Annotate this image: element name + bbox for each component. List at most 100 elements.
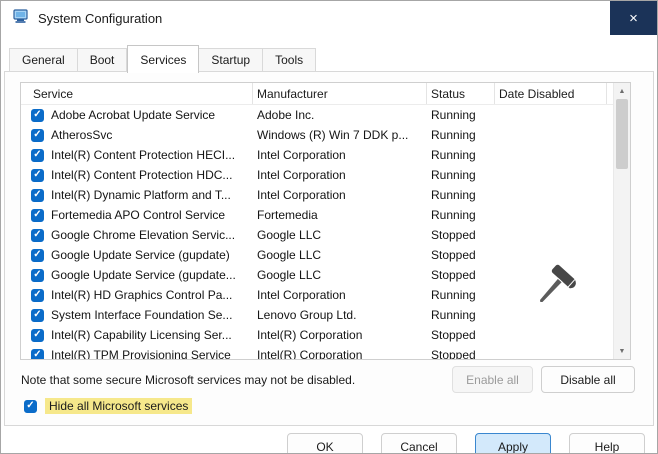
service-manufacturer: Intel Corporation — [253, 148, 427, 162]
service-manufacturer: Intel Corporation — [253, 168, 427, 182]
service-manufacturer: Windows (R) Win 7 DDK p... — [253, 128, 427, 142]
check-icon: ✓ — [33, 290, 41, 300]
service-checkbox[interactable]: ✓ — [31, 229, 44, 242]
check-icon: ✓ — [26, 401, 34, 411]
service-name: Intel(R) HD Graphics Control Pa... — [51, 288, 232, 302]
service-checkbox[interactable]: ✓ — [31, 289, 44, 302]
service-row[interactable]: ✓ Google Chrome Elevation Servic... Goog… — [21, 225, 613, 245]
service-manufacturer: Adobe Inc. — [253, 108, 427, 122]
service-status: Stopped — [427, 348, 495, 359]
service-checkbox[interactable]: ✓ — [31, 129, 44, 142]
service-name: Google Update Service (gupdate... — [51, 268, 236, 282]
service-name: Intel(R) Capability Licensing Ser... — [51, 328, 232, 342]
hammer-cursor-icon — [531, 263, 581, 322]
note-text: Note that some secure Microsoft services… — [21, 373, 355, 387]
service-row[interactable]: ✓ Intel(R) Content Protection HECI... In… — [21, 145, 613, 165]
scroll-down-arrow-icon[interactable]: ▼ — [614, 343, 630, 359]
check-icon: ✓ — [33, 270, 41, 280]
service-checkbox[interactable]: ✓ — [31, 209, 44, 222]
service-manufacturer: Intel(R) Corporation — [253, 328, 427, 342]
service-name: Intel(R) Content Protection HECI... — [51, 148, 235, 162]
tab-label: Boot — [90, 53, 115, 67]
service-name: Google Update Service (gupdate) — [51, 248, 230, 262]
service-name: Intel(R) Content Protection HDC... — [51, 168, 232, 182]
tab-general[interactable]: General — [9, 48, 78, 72]
service-checkbox[interactable]: ✓ — [31, 109, 44, 122]
footer-buttons: OK Cancel Apply Help — [1, 433, 645, 454]
service-row[interactable]: ✓ Intel(R) Capability Licensing Ser... I… — [21, 325, 613, 345]
service-list-body: ✓ Adobe Acrobat Update Service Adobe Inc… — [21, 105, 613, 359]
tab-label: General — [22, 53, 65, 67]
service-row[interactable]: ✓ Intel(R) HD Graphics Control Pa... Int… — [21, 285, 613, 305]
service-checkbox[interactable]: ✓ — [31, 189, 44, 202]
service-row[interactable]: ✓ Google Update Service (gupdate) Google… — [21, 245, 613, 265]
column-header-status[interactable]: Status — [427, 83, 495, 104]
service-row[interactable]: ✓ Fortemedia APO Control Service Forteme… — [21, 205, 613, 225]
hide-microsoft-checkbox[interactable]: ✓ — [24, 400, 37, 413]
service-row[interactable]: ✓ Intel(R) TPM Provisioning Service Inte… — [21, 345, 613, 359]
service-status: Stopped — [427, 328, 495, 342]
service-status: Stopped — [427, 248, 495, 262]
close-button[interactable]: × — [610, 1, 657, 35]
service-name: Intel(R) Dynamic Platform and T... — [51, 188, 231, 202]
service-manufacturer: Intel(R) Corporation — [253, 348, 427, 359]
service-row[interactable]: ✓ Adobe Acrobat Update Service Adobe Inc… — [21, 105, 613, 125]
service-status: Running — [427, 188, 495, 202]
hide-microsoft-label: Hide all Microsoft services — [45, 398, 192, 414]
service-checkbox[interactable]: ✓ — [31, 329, 44, 342]
service-status: Running — [427, 108, 495, 122]
tab-label: Services — [140, 53, 186, 67]
scrollbar-thumb[interactable] — [616, 99, 628, 169]
service-status: Running — [427, 148, 495, 162]
check-icon: ✓ — [33, 230, 41, 240]
ok-button[interactable]: OK — [287, 433, 363, 454]
hide-microsoft-row[interactable]: ✓ Hide all Microsoft services — [24, 398, 192, 414]
service-checkbox[interactable]: ✓ — [31, 349, 44, 360]
help-button[interactable]: Help — [569, 433, 645, 454]
service-manufacturer: Google LLC — [253, 228, 427, 242]
service-row[interactable]: ✓ Intel(R) Content Protection HDC... Int… — [21, 165, 613, 185]
service-checkbox[interactable]: ✓ — [31, 269, 44, 282]
check-icon: ✓ — [33, 130, 41, 140]
service-manufacturer: Google LLC — [253, 248, 427, 262]
service-checkbox[interactable]: ✓ — [31, 309, 44, 322]
check-icon: ✓ — [33, 150, 41, 160]
app-icon — [13, 8, 29, 29]
service-name: System Interface Foundation Se... — [51, 308, 232, 322]
service-manufacturer: Intel Corporation — [253, 188, 427, 202]
service-row[interactable]: ✓ Intel(R) Dynamic Platform and T... Int… — [21, 185, 613, 205]
enable-all-button[interactable]: Enable all — [452, 366, 533, 393]
service-row[interactable]: ✓ Google Update Service (gupdate... Goog… — [21, 265, 613, 285]
services-list-header: Service Manufacturer Status Date Disable… — [21, 83, 613, 105]
column-header-date-disabled[interactable]: Date Disabled — [495, 83, 607, 104]
scroll-up-arrow-icon[interactable]: ▲ — [614, 83, 630, 99]
service-manufacturer: Fortemedia — [253, 208, 427, 222]
system-configuration-window: System Configuration × General Boot Serv… — [0, 0, 658, 454]
vertical-scrollbar[interactable]: ▲ ▼ — [613, 83, 630, 359]
tab-services[interactable]: Services — [127, 45, 199, 73]
service-checkbox[interactable]: ✓ — [31, 149, 44, 162]
tab-tools[interactable]: Tools — [263, 48, 316, 72]
service-row[interactable]: ✓ AtherosSvc Windows (R) Win 7 DDK p... … — [21, 125, 613, 145]
column-header-service[interactable]: Service — [21, 83, 253, 104]
check-icon: ✓ — [33, 110, 41, 120]
column-header-manufacturer[interactable]: Manufacturer — [253, 83, 427, 104]
tab-label: Startup — [211, 53, 250, 67]
cancel-button[interactable]: Cancel — [381, 433, 457, 454]
disable-all-button[interactable]: Disable all — [541, 366, 635, 393]
service-status: Stopped — [427, 268, 495, 282]
tab-startup[interactable]: Startup — [199, 48, 263, 72]
service-checkbox[interactable]: ✓ — [31, 249, 44, 262]
check-icon: ✓ — [33, 330, 41, 340]
service-manufacturer: Intel Corporation — [253, 288, 427, 302]
services-tab-page: Service Manufacturer Status Date Disable… — [4, 71, 654, 426]
service-status: Running — [427, 208, 495, 222]
service-row[interactable]: ✓ System Interface Foundation Se... Leno… — [21, 305, 613, 325]
service-status: Running — [427, 288, 495, 302]
service-status: Running — [427, 308, 495, 322]
service-checkbox[interactable]: ✓ — [31, 169, 44, 182]
window-title: System Configuration — [38, 11, 162, 26]
tab-boot[interactable]: Boot — [78, 48, 128, 72]
check-icon: ✓ — [33, 350, 41, 359]
apply-button[interactable]: Apply — [475, 433, 551, 454]
